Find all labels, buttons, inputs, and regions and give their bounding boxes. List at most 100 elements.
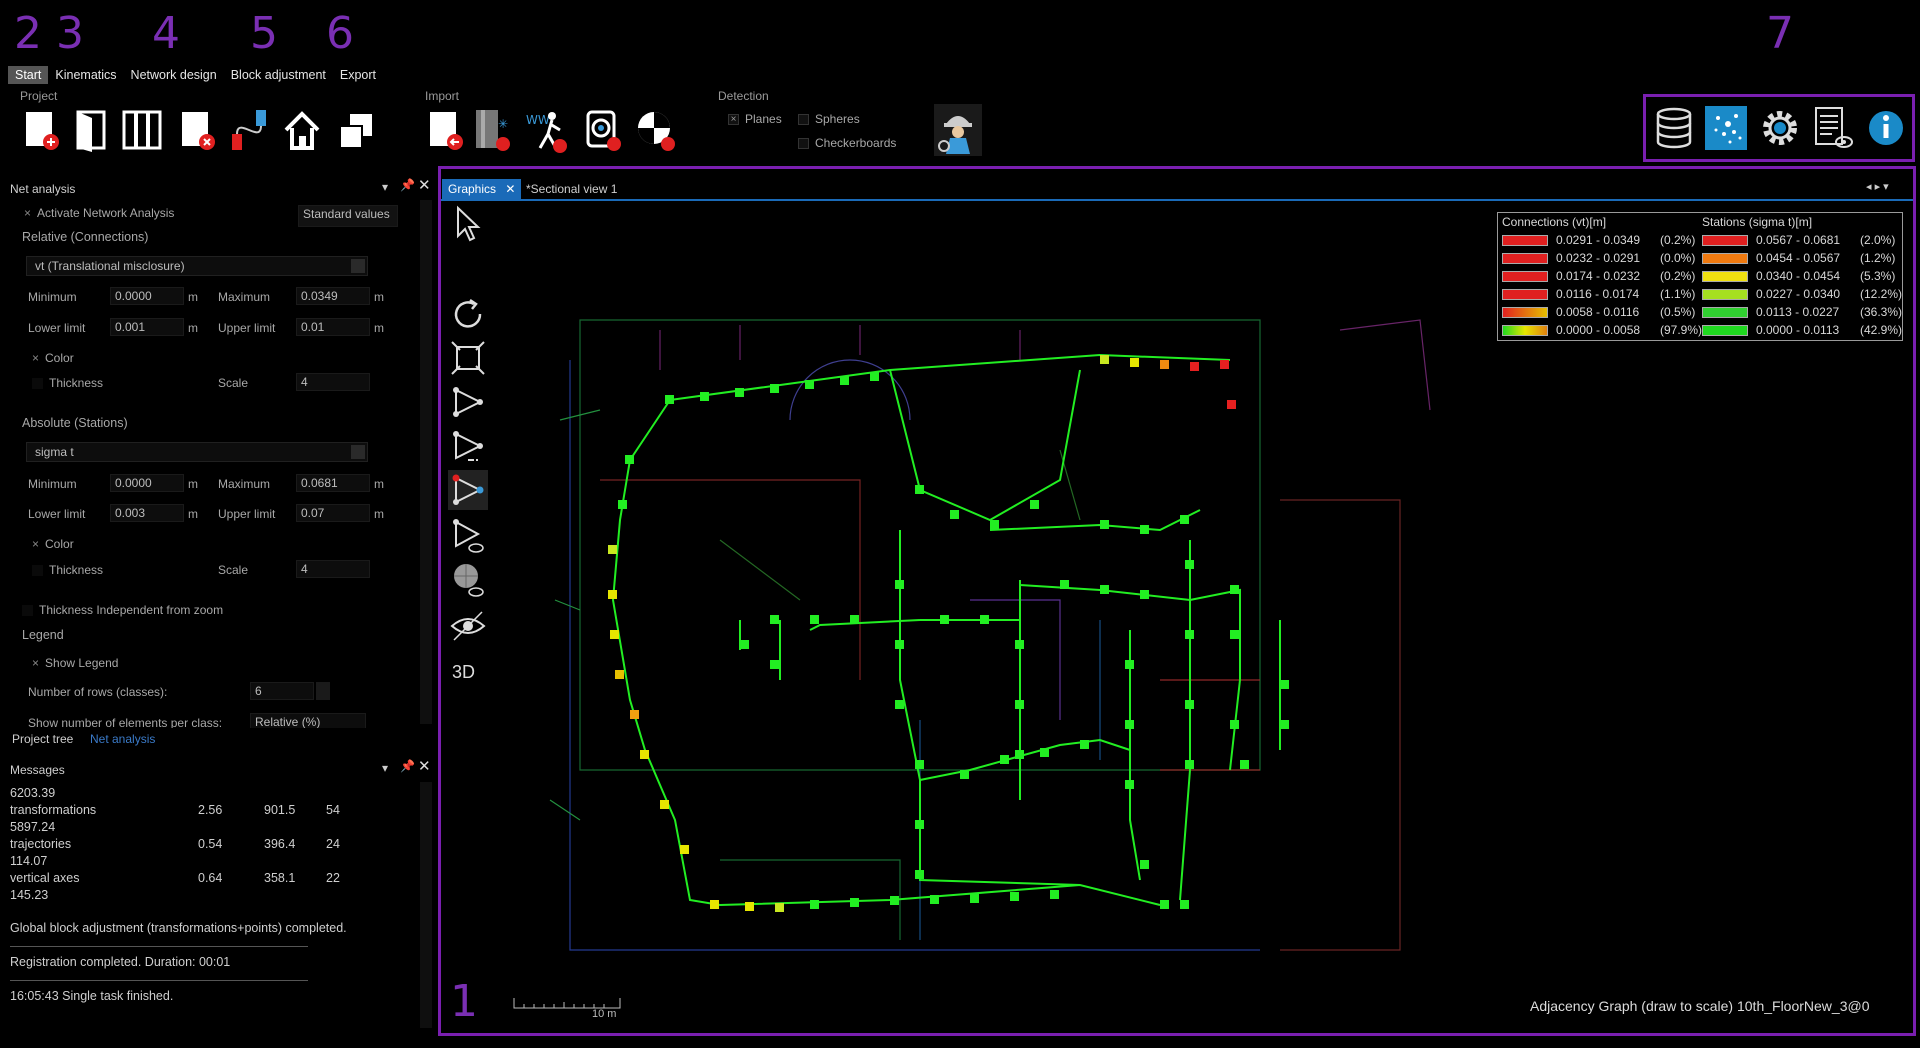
checkerboards-option[interactable]: Checkerboards: [798, 136, 896, 150]
rel-max-input[interactable]: 0.0349: [296, 287, 370, 305]
info-icon[interactable]: [1864, 104, 1908, 152]
abs-min-input[interactable]: 0.0000: [110, 474, 184, 492]
graph-nodes-icon[interactable]: [448, 382, 488, 422]
close-icon[interactable]: ✕: [418, 176, 431, 194]
close-icon[interactable]: ✕: [505, 182, 515, 196]
select-cursor-icon[interactable]: [448, 204, 488, 244]
absolute-dropdown[interactable]: sigma t: [26, 442, 368, 462]
menu-kinematics[interactable]: Kinematics: [48, 66, 123, 84]
view-3d-button[interactable]: 3D: [452, 662, 475, 683]
annotation-4: 4: [152, 8, 180, 59]
standard-values-button[interactable]: Standard values: [298, 205, 398, 227]
legend-pct: (1.2%): [1860, 251, 1896, 265]
rel-color-option[interactable]: × Color: [32, 351, 74, 365]
point-cloud-icon[interactable]: [1704, 104, 1748, 152]
tab-sectional-view[interactable]: *Sectional view 1: [520, 179, 623, 199]
planes-option[interactable]: × Planes: [728, 112, 782, 126]
menu-export[interactable]: Export: [333, 66, 383, 84]
abs-color-option[interactable]: × Color: [32, 537, 74, 551]
graph-edit-icon[interactable]: [448, 426, 488, 466]
message-line: vertical axes: [10, 871, 80, 885]
show-legend-label: Show Legend: [45, 656, 119, 670]
legend-pct: (0.0%): [1660, 251, 1696, 265]
import-target-icon[interactable]: [634, 106, 678, 154]
status-text: Adjacency Graph (draw to scale) 10th_Flo…: [1530, 998, 1870, 1014]
rel-upper-input[interactable]: 0.01: [296, 318, 370, 336]
import-walk-icon[interactable]: WW: [526, 106, 570, 154]
graph-visibility-icon[interactable]: [448, 514, 488, 554]
rows-spinner[interactable]: [316, 682, 330, 700]
thickness-independent-checkbox[interactable]: [22, 604, 33, 616]
legend-connections-header: Connections (vt)[m]: [1502, 215, 1607, 229]
rel-thickness-option[interactable]: Thickness: [32, 376, 103, 390]
rel-min-input[interactable]: 0.0000: [110, 287, 184, 305]
report-view-icon[interactable]: [1810, 104, 1854, 152]
rows-input[interactable]: 6: [250, 682, 314, 700]
detective-icon[interactable]: [934, 104, 982, 156]
panel-menu-icon[interactable]: ▾: [382, 761, 388, 775]
thickness-independent-option[interactable]: Thickness Independent from zoom: [22, 603, 223, 617]
menu-block-adjustment[interactable]: Block adjustment: [224, 66, 333, 84]
color-label: Color: [45, 537, 74, 551]
zoom-extents-icon[interactable]: [448, 338, 488, 378]
menu-start[interactable]: Start: [8, 66, 49, 84]
legend-range: 0.0116 - 0.0174: [1556, 287, 1640, 301]
checkerboards-checkbox[interactable]: [798, 137, 809, 149]
messages-scrollbar[interactable]: [420, 782, 432, 1028]
abs-max-input[interactable]: 0.0681: [296, 474, 370, 492]
link-devices-icon[interactable]: [226, 106, 270, 154]
panel-menu-icon[interactable]: ▾: [382, 180, 388, 194]
tab-graphics[interactable]: Graphics ✕: [442, 179, 522, 199]
home-icon[interactable]: [280, 106, 324, 154]
abs-upper-input[interactable]: 0.07: [296, 504, 370, 522]
group-import-label: Import: [425, 89, 460, 103]
database-icon[interactable]: [1652, 104, 1696, 152]
abs-scale-input[interactable]: 4: [296, 560, 370, 578]
tab-project-tree[interactable]: Project tree: [12, 732, 73, 746]
close-icon[interactable]: ✕: [418, 757, 431, 775]
import-scans-icon[interactable]: ✳: [472, 106, 516, 154]
eye-icon[interactable]: [448, 606, 488, 646]
gear-icon[interactable]: [1758, 104, 1802, 152]
thickness-checkbox[interactable]: [32, 564, 43, 576]
rel-scale-input[interactable]: 4: [296, 373, 370, 391]
pin-icon[interactable]: 📌: [400, 178, 415, 192]
pin-icon[interactable]: 📌: [400, 759, 415, 773]
import-camera-icon[interactable]: [580, 106, 624, 154]
rel-lower-input[interactable]: 0.001: [110, 318, 184, 336]
planes-checkbox[interactable]: ×: [728, 113, 739, 125]
planes-label: Planes: [745, 112, 782, 126]
legend-pct: (0.5%): [1660, 305, 1696, 319]
tab-net-analysis[interactable]: Net analysis: [90, 732, 155, 746]
sphere-visibility-icon[interactable]: [448, 558, 488, 598]
unit-label: m: [374, 321, 384, 335]
show-legend-option[interactable]: × Show Legend: [32, 656, 118, 670]
tab-nav-icon[interactable]: ◂ ▸ ▾: [1866, 180, 1889, 193]
new-project-icon[interactable]: [20, 106, 64, 154]
duplicate-icon[interactable]: [334, 106, 378, 154]
message-line: trajectories: [10, 837, 72, 851]
scale-bar-label: 10 m: [592, 1008, 617, 1020]
thickness-checkbox[interactable]: [32, 377, 43, 389]
rotate-icon[interactable]: [448, 294, 488, 334]
adjacency-graph-canvas[interactable]: [540, 300, 1540, 970]
activate-network-analysis[interactable]: × Activate Network Analysis: [24, 206, 174, 220]
graph-analysis-icon[interactable]: [448, 470, 488, 510]
legend-conn-row: 0.0058 - 0.0116 (0.5%): [1502, 305, 1695, 319]
relative-dropdown[interactable]: vt (Translational misclosure): [26, 256, 368, 276]
network-legend: Connections (vt)[m] Stations (sigma t)[m…: [1497, 212, 1903, 341]
thickness-label: Thickness: [49, 563, 104, 577]
abs-lower-input[interactable]: 0.003: [110, 504, 184, 522]
net-panel-scrollbar[interactable]: [420, 200, 432, 724]
annotation-7: 7: [1766, 8, 1794, 59]
abs-thickness-option[interactable]: Thickness: [32, 563, 103, 577]
scans-icon[interactable]: [120, 106, 164, 154]
main-menu: Start Kinematics Network design Block ad…: [8, 66, 383, 84]
open-project-icon[interactable]: [70, 106, 114, 154]
menu-network-design[interactable]: Network design: [124, 66, 224, 84]
import-file-icon[interactable]: [424, 106, 468, 154]
close-project-icon[interactable]: [176, 106, 220, 154]
spheres-option[interactable]: Spheres: [798, 112, 860, 126]
unit-label: m: [188, 290, 198, 304]
spheres-checkbox[interactable]: [798, 113, 809, 125]
